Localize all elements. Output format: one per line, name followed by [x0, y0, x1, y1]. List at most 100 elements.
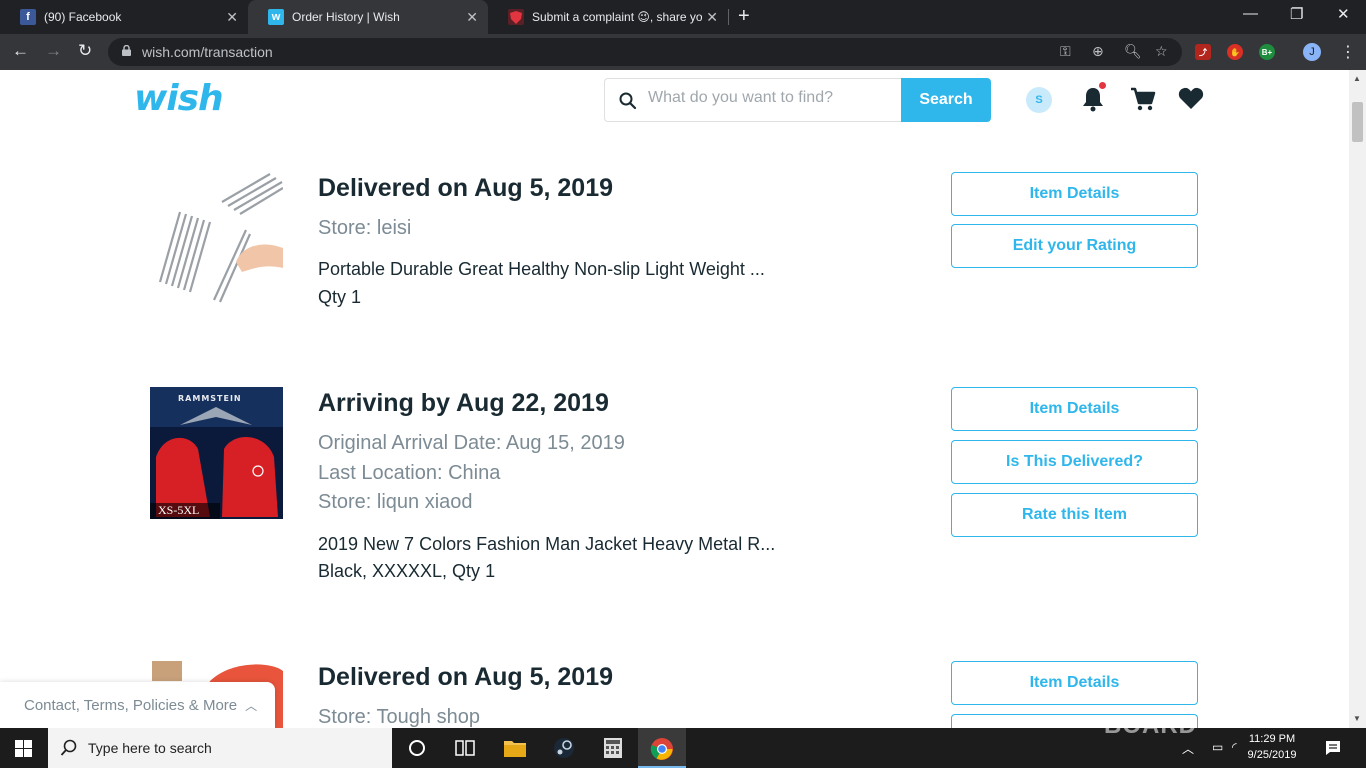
tab-title: (90) Facebook [44, 10, 122, 24]
order-card: Delivered on Aug 5, 2019 Store: leisi Po… [0, 172, 1349, 372]
windows-start-icon[interactable] [15, 740, 32, 757]
order-card: RAMMSTEIN XS-5XL Arriving by Aug 22, 201… [0, 387, 1349, 607]
original-arrival-date: Original Arrival Date: Aug 15, 2019 [318, 432, 625, 454]
url-text[interactable]: wish.com/transaction [142, 44, 273, 60]
tab-complaint[interactable]: Submit a complaint 😉, share yo ✕ [488, 0, 728, 34]
item-details-button[interactable]: Item Details [951, 172, 1198, 216]
image-banner-text: RAMMSTEIN [178, 394, 242, 403]
scrollbar-thumb[interactable] [1352, 102, 1363, 142]
close-tab-icon[interactable]: ✕ [226, 9, 238, 26]
wishlist-heart-icon[interactable] [1178, 86, 1204, 110]
order-store: Store: Tough shop [318, 706, 480, 728]
minimize-icon[interactable]: — [1243, 5, 1258, 22]
forward-icon[interactable]: → [45, 41, 62, 61]
address-bar[interactable]: wish.com/transaction ⚿ ⊕ 🔍︎ ☆ [108, 38, 1182, 66]
wish-page: wish Search S [0, 70, 1349, 728]
facebook-icon: f [20, 9, 36, 25]
taskbar-search-text: Type here to search [88, 740, 212, 756]
product-image-chopsticks[interactable] [150, 172, 283, 304]
tab-title: Submit a complaint 😉, share yo [532, 10, 702, 24]
file-explorer-icon[interactable] [503, 737, 527, 759]
task-view-icon[interactable] [453, 737, 477, 759]
is-this-delivered-button[interactable]: Is This Delivered? [951, 440, 1198, 484]
add-circle-icon[interactable]: ⊕ [1092, 43, 1104, 60]
close-window-icon[interactable]: ✕ [1337, 5, 1350, 23]
order-status: Delivered on Aug 5, 2019 [318, 663, 614, 691]
browser-tab-bar: f (90) Facebook ✕ w Order History | Wish… [0, 0, 1366, 34]
reload-icon[interactable]: ↻ [78, 41, 92, 61]
edit-rating-button[interactable]: Edit your Rating [951, 224, 1198, 268]
scroll-down-arrow-icon[interactable]: ▼ [1353, 714, 1361, 723]
ext-badge-text: B+ [1261, 47, 1273, 57]
restore-icon[interactable]: ❐ [1290, 5, 1303, 23]
search-icon [619, 92, 637, 110]
last-location: Last Location: China [318, 462, 501, 484]
chopsticks-image [150, 172, 283, 304]
shield-icon [508, 9, 524, 25]
battery-icon[interactable]: ▭ [1212, 740, 1223, 754]
new-tab-button[interactable]: + [738, 5, 750, 28]
item-details-button[interactable]: Item Details [951, 387, 1198, 431]
item-details-button[interactable]: Item Details [951, 661, 1198, 705]
notifications-bell-icon[interactable] [1081, 86, 1105, 112]
browser-toolbar: ← → ↻ wish.com/transaction ⚿ ⊕ 🔍︎ ☆ ⤴ ✋ … [0, 34, 1366, 70]
order-store: Store: leisi [318, 217, 412, 239]
wish-logo[interactable]: wish [134, 78, 224, 119]
search-input[interactable] [648, 89, 888, 107]
cortana-icon[interactable] [405, 737, 429, 759]
steam-icon[interactable] [552, 737, 576, 759]
b-plus-extension-icon[interactable]: B+ [1259, 44, 1275, 60]
order-status: Delivered on Aug 5, 2019 [318, 174, 614, 202]
search-button[interactable]: Search [901, 78, 991, 122]
taskbar-clock[interactable]: 11:29 PM 9/25/2019 [1240, 731, 1304, 763]
watermark: BOARD [1104, 712, 1197, 739]
clock-date: 9/25/2019 [1247, 749, 1297, 761]
key-icon[interactable]: ⚿ [1060, 43, 1071, 60]
wifi-icon[interactable]: ◜ [1232, 740, 1237, 754]
order-detail: Qty 1 [318, 287, 362, 307]
tray-chevron-up-icon[interactable]: ︿ [1182, 740, 1194, 757]
zoom-icon[interactable]: 🔍︎ [1124, 43, 1142, 60]
action-center-icon[interactable] [1325, 740, 1341, 756]
footer-label: Contact, Terms, Policies & More [24, 696, 238, 714]
clock-time: 11:29 PM [1248, 733, 1296, 745]
order-status: Arriving by Aug 22, 2019 [318, 389, 609, 417]
bookmark-star-icon[interactable]: ☆ [1155, 43, 1168, 60]
profile-avatar[interactable]: J [1303, 43, 1321, 61]
profile-initial: J [1309, 46, 1315, 58]
avatar-initial: S [1035, 94, 1043, 106]
order-store: Store: liqun xiaod [318, 491, 473, 513]
chevron-up-icon: ︿ [245, 698, 258, 713]
close-tab-icon[interactable]: ✕ [706, 9, 718, 26]
notification-dot [1099, 82, 1106, 89]
page-scrollbar[interactable]: ▲ ▼ [1349, 70, 1366, 728]
order-detail: Black, XXXXXL, Qty 1 [318, 561, 496, 581]
chrome-taskbar-button[interactable] [638, 728, 686, 768]
browser-menu-icon[interactable]: ⋮ [1340, 42, 1356, 62]
user-avatar[interactable]: S [1026, 87, 1052, 113]
search-icon [60, 739, 77, 756]
close-tab-icon[interactable]: ✕ [466, 9, 478, 26]
image-size-caption: XS-5XL [158, 503, 200, 517]
footer-links-toggle[interactable]: Contact, Terms, Policies & More ︿ [0, 682, 275, 728]
jacket-image [150, 387, 283, 519]
scroll-up-arrow-icon[interactable]: ▲ [1353, 74, 1361, 83]
wish-favicon-icon: w [268, 9, 284, 25]
product-title[interactable]: 2019 New 7 Colors Fashion Man Jacket Hea… [318, 534, 775, 555]
pdf-extension-icon[interactable]: ⤴ [1195, 44, 1211, 60]
rate-item-button[interactable]: Rate this Item [951, 493, 1198, 537]
lock-icon [122, 45, 131, 56]
tab-wish-order-history[interactable]: w Order History | Wish ✕ [248, 0, 488, 34]
adblock-extension-icon[interactable]: ✋ [1227, 44, 1243, 60]
chrome-icon [650, 738, 673, 760]
cart-icon[interactable] [1130, 86, 1156, 112]
product-image-jacket[interactable]: RAMMSTEIN XS-5XL [150, 387, 283, 519]
product-title[interactable]: Portable Durable Great Healthy Non-slip … [318, 259, 765, 280]
calculator-icon[interactable] [601, 737, 625, 759]
tab-facebook[interactable]: f (90) Facebook ✕ [0, 0, 248, 34]
tab-separator [728, 9, 729, 25]
tab-title: Order History | Wish [292, 10, 400, 24]
back-icon[interactable]: ← [12, 41, 29, 61]
search-box[interactable] [604, 78, 901, 122]
taskbar-search-box[interactable]: Type here to search [48, 728, 392, 768]
